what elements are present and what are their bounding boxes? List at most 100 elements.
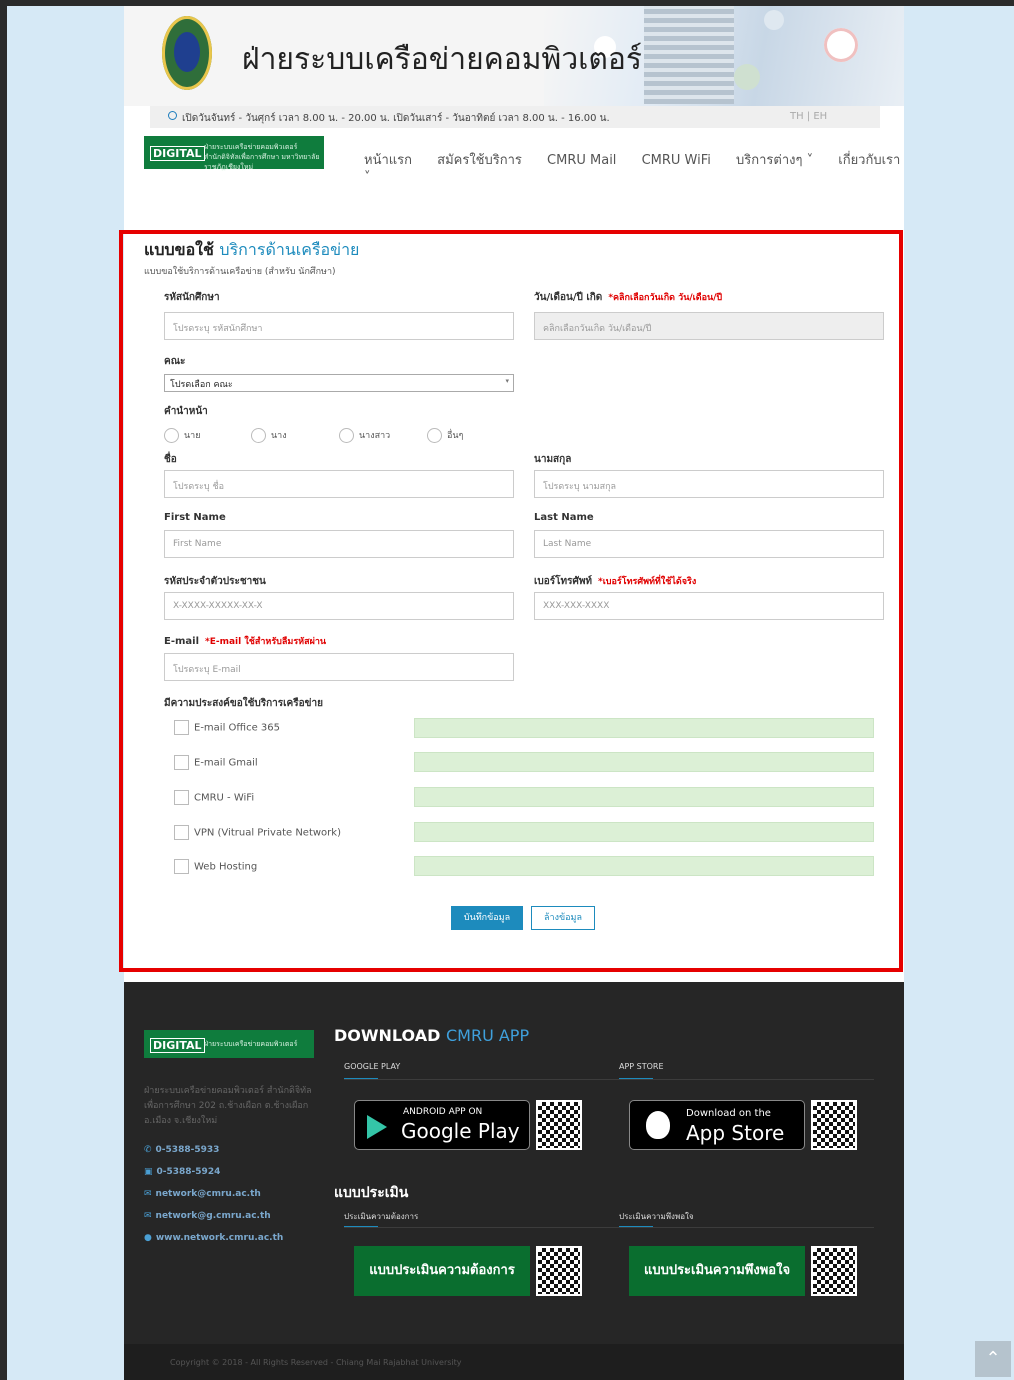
banner-bubble [824,28,858,62]
page: ฝ่ายระบบเครือข่ายคอมพิวเตอร์ เปิดวันจันท… [124,6,904,1380]
first-name-en-input[interactable]: First Name [164,530,514,558]
android-line2: Google Play [401,1119,520,1143]
first-name-th-label: ชื่อ [164,454,177,465]
nav-home[interactable]: หน้าแรก [364,153,412,168]
service-checkbox-gmail[interactable]: E-mail Gmail [174,755,258,770]
eval-sat-tag: ประเมินความพึงพอใจ [619,1212,694,1221]
ios-line1: Download on the [686,1108,771,1119]
service-checkbox-office365[interactable]: E-mail Office 365 [174,720,280,735]
eval-need-tag: ประเมินความต้องการ [344,1212,419,1221]
service-checkbox-vpn[interactable]: VPN (Vitrual Private Network) [174,825,341,840]
service-checkbox-webhosting[interactable]: Web Hosting [174,859,257,874]
google-play-tag: GOOGLE PLAY [344,1062,401,1071]
faculty-select[interactable]: โปรดเลือก คณะ ▾ [164,374,514,392]
google-play-icon [367,1115,387,1139]
logo-sub-text: ฝ่ายระบบเครือข่ายคอมพิวเตอร์ [204,1040,298,1048]
qr-code-icon [811,1246,857,1296]
dob-label: วัน/เดือน/ปี เกิด *คลิกเลือกวันเกิด วัน/เ… [534,292,723,303]
android-line1: ANDROID APP ON [403,1107,483,1117]
apple-icon [646,1111,670,1139]
prefix-radio-other[interactable]: อื่นๆ [427,428,463,443]
form-subtitle: แบบขอใช้บริการด้านเครือข่าย (สำหรับ นักศ… [144,267,336,277]
prefix-label: คำนำหน้า [164,406,208,417]
qr-code-icon [811,1100,857,1150]
footer-logo[interactable]: DIGITAL ฝ่ายระบบเครือข่ายคอมพิวเตอร์ [144,1030,314,1058]
phone-icon: ✆ [144,1145,152,1155]
logo-digital-text: DIGITAL [150,146,205,161]
digital-logo[interactable]: DIGITAL ฝ่ายระบบเครือข่ายคอมพิวเตอร์ สำนั… [144,136,324,171]
clock-icon [168,111,177,120]
google-play-button[interactable]: ANDROID APP ON Google Play [354,1100,530,1150]
service-input-gmail[interactable] [414,752,874,772]
phone-label: เบอร์โทรศัพท์ *เบอร์โทรศัพท์ที่ใช้ได้จริง [534,576,697,587]
copyright-bar: Copyright © 2018 - All Rights Reserved -… [124,1344,904,1380]
dob-input[interactable]: คลิกเลือกวันเกิด วัน/เดือน/ปี [534,312,884,340]
site-title: ฝ่ายระบบเครือข่ายคอมพิวเตอร์ [242,42,643,77]
arrow-up-icon[interactable]: ⌃ [975,1341,1011,1377]
site-header: ฝ่ายระบบเครือข่ายคอมพิวเตอร์ [124,6,904,106]
footer-web[interactable]: ● www.network.cmru.ac.th [144,1233,283,1243]
banner-building [644,6,734,104]
banner-bubble [734,64,760,90]
opening-hours: เปิดวันจันทร์ - วันศุกร์ เวลา 8.00 น. - … [182,113,610,124]
service-checkbox-wifi[interactable]: CMRU - WiFi [174,790,254,805]
nav-register[interactable]: สมัครใช้บริการ [437,153,522,168]
last-name-th-label: นามสกุล [534,454,572,465]
qr-code-icon [536,1100,582,1150]
clear-button[interactable]: ล้างข้อมูล [531,906,595,930]
university-seal-icon [162,16,212,90]
nav-cmru-mail[interactable]: CMRU Mail [547,153,616,168]
service-input-wifi[interactable] [414,787,874,807]
language-switch[interactable]: TH | EH [790,111,827,122]
logo-sub-text: ฝ่ายระบบเครือข่ายคอมพิวเตอร์ สำนักดิจิทัล… [204,143,320,171]
email-input[interactable]: โปรดระบุ E-mail [164,653,514,681]
eval-sat-button[interactable]: แบบประเมินความพึงพอใจ [629,1246,805,1296]
student-id-label: รหัสนักศึกษา [164,292,220,303]
save-button[interactable]: บันทึกข้อมูล [451,906,523,930]
mail-icon: ✉ [144,1189,152,1199]
app-store-button[interactable]: Download on the App Store [629,1100,805,1150]
first-name-en-label: First Name [164,512,226,523]
footer-fax: ▣ 0-5388-5924 [144,1167,221,1177]
prefix-radio-mr[interactable]: นาย [164,428,200,443]
site-footer: DIGITAL ฝ่ายระบบเครือข่ายคอมพิวเตอร์ ฝ่า… [124,982,904,1380]
hours-bar: เปิดวันจันทร์ - วันศุกร์ เวลา 8.00 น. - … [150,106,880,128]
last-name-th-input[interactable]: โปรดระบุ นามสกุล [534,470,884,498]
copyright-text: Copyright © 2018 - All Rights Reserved -… [170,1358,462,1367]
mail-icon: ✉ [144,1211,152,1221]
prefix-radio-miss[interactable]: นางสาว [339,428,390,443]
faculty-label: คณะ [164,356,186,367]
qr-code-icon [536,1246,582,1296]
service-input-office365[interactable] [414,718,874,738]
ios-line2: App Store [686,1121,785,1145]
email-label: E-mail *E-mail ใช้สำหรับลืมรหัสผ่าน [164,636,327,647]
form-title: แบบขอใช้ บริการด้านเครือข่าย [144,240,360,259]
citizen-id-input[interactable]: X-XXXX-XXXXX-XX-X [164,592,514,620]
student-id-input[interactable]: โปรดระบุ รหัสนักศึกษา [164,312,514,340]
globe-icon: ● [144,1233,152,1243]
eval-need-button[interactable]: แบบประเมินความต้องการ [354,1246,530,1296]
phone-input[interactable]: XXX-XXX-XXXX [534,592,884,620]
fax-icon: ▣ [144,1167,153,1177]
banner-bubble [764,10,784,30]
nav-services[interactable]: บริการต่างๆ ˅ [736,153,813,168]
service-input-webhosting[interactable] [414,856,874,876]
last-name-en-input[interactable]: Last Name [534,530,884,558]
eval-title: แบบประเมิน [334,1185,409,1201]
footer-address: ฝ่ายระบบเครือข่ายคอมพิวเตอร์ สำนักดิจิทั… [144,1086,312,1126]
divider [344,1227,874,1228]
nav-cmru-wifi[interactable]: CMRU WiFi [642,153,711,168]
footer-phone: ✆ 0-5388-5933 [144,1145,220,1155]
prefix-radio-mrs[interactable]: นาง [251,428,287,443]
app-store-tag: APP STORE [619,1062,664,1071]
footer-email-1[interactable]: ✉ network@cmru.ac.th [144,1189,261,1199]
service-input-vpn[interactable] [414,822,874,842]
last-name-en-label: Last Name [534,512,594,523]
services-label: มีความประสงค์ขอใช้บริการเครือข่าย [164,698,323,709]
download-title: DOWNLOAD CMRU APP [334,1026,530,1045]
divider [344,1079,874,1080]
footer-email-2[interactable]: ✉ network@g.cmru.ac.th [144,1211,271,1221]
window-frame-left [0,0,7,1380]
citizen-id-label: รหัสประจำตัวประชาชน [164,576,266,587]
first-name-th-input[interactable]: โปรดระบุ ชื่อ [164,470,514,498]
